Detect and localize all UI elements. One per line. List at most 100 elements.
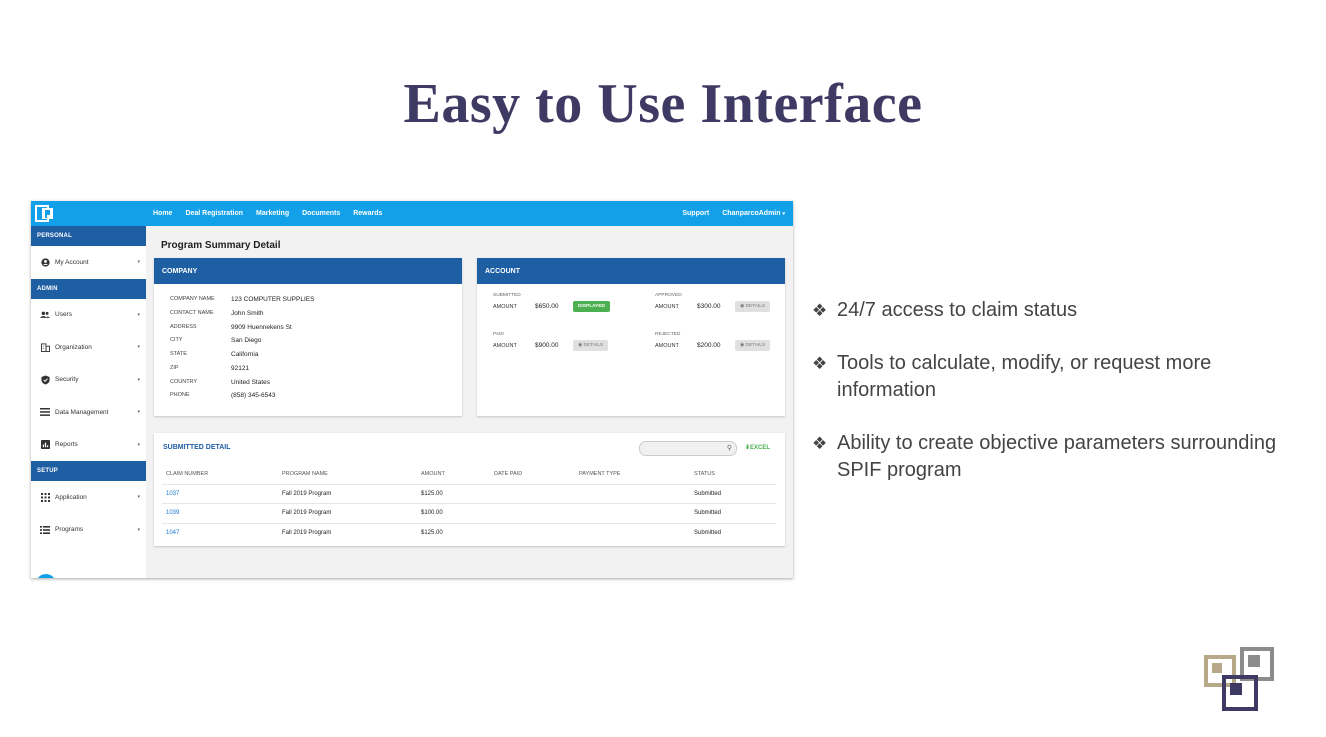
amount: $125.00: [421, 529, 443, 536]
amount-label: AMOUNT: [655, 303, 679, 310]
details-label: DETAILS: [583, 343, 604, 348]
details-label: DETAILS: [745, 343, 766, 348]
table-row[interactable]: 1047 Fall 2019 Program $125.00 Submitted: [162, 524, 776, 543]
claim-number-link[interactable]: 1037: [166, 491, 179, 497]
company-field-row: ZIP 92121: [170, 365, 249, 372]
column-header[interactable]: DATE PAID: [494, 471, 522, 477]
amount-label: AMOUNT: [493, 342, 517, 349]
field-value: California: [231, 351, 259, 358]
list-icon: [40, 407, 50, 417]
bullet-item: ❖ 24/7 access to claim status: [812, 297, 1292, 324]
nav-rewards[interactable]: Rewards: [353, 210, 382, 217]
table-row[interactable]: 1037 Fall 2019 Program $125.00 Submitted: [162, 485, 776, 504]
bullet-text: Tools to calculate, modify, or request m…: [837, 352, 1212, 401]
field-value: United States: [231, 379, 271, 386]
column-header[interactable]: PROGRAM NAME: [282, 471, 328, 477]
main-content: Program Summary Detail COMPANY COMPANY N…: [146, 226, 793, 578]
sidebar-item-reports[interactable]: Reports ▾: [31, 429, 146, 462]
company-field-row: COMPANY NAME 123 COMPUTER SUPPLIES: [170, 296, 314, 303]
displayed-button[interactable]: DISPLAYED: [573, 301, 611, 312]
sidebar-item-data-management[interactable]: Data Management ▾: [31, 396, 146, 429]
sidebar-item-security[interactable]: Security ▾: [31, 364, 146, 397]
details-label: DETAILS: [745, 304, 766, 309]
sidebar-item-label: Data Management: [55, 408, 109, 416]
excel-label: EXCEL: [750, 445, 771, 451]
account-card: ACCOUNT SUBMITTED AMOUNT $650.00 DISPLAY…: [477, 258, 785, 416]
amount: $100.00: [421, 510, 443, 517]
table-row[interactable]: 1039 Fall 2019 Program $100.00 Submitted: [162, 504, 776, 524]
building-icon: [40, 342, 50, 352]
search-input[interactable]: ⚲: [639, 441, 737, 456]
users-icon: [40, 310, 50, 320]
field-label: CITY: [170, 337, 183, 343]
sidebar-item-users[interactable]: Users ▾: [31, 299, 146, 332]
claim-number-link[interactable]: 1047: [166, 530, 179, 536]
company-logo-icon: [1204, 647, 1274, 711]
field-label: STATE: [170, 351, 187, 357]
bullet-text: 24/7 access to claim status: [837, 299, 1078, 321]
feature-bullet-list: ❖ 24/7 access to claim status ❖ Tools to c…: [812, 297, 1292, 510]
nav-home[interactable]: Home: [153, 210, 172, 217]
submitted-detail-card: SUBMITTED DETAIL ⚲ ⬇EXCEL CLAIM NUMBER P…: [154, 433, 785, 546]
sidebar-collapse-button[interactable]: ‹: [36, 574, 56, 578]
details-button[interactable]: ◉ DETAILS: [735, 301, 771, 312]
user-name: ChanparcoAdmin: [722, 210, 781, 217]
sidebar-item-label: Programs: [55, 526, 84, 534]
details-button[interactable]: ◉ DETAILS: [735, 340, 771, 351]
approved-row: AMOUNT $300.00 ◉ DETAILS: [655, 301, 771, 312]
status: Submitted: [694, 510, 722, 517]
sidebar-item-my-account[interactable]: My Account ▾: [31, 246, 146, 279]
chevron-down-icon: ▾: [137, 311, 140, 318]
sidebar-header-setup: SETUP: [31, 461, 146, 481]
user-menu[interactable]: ChanparcoAdmin ▾: [722, 210, 785, 217]
company-field-row: ADDRESS 9909 Huennekens St: [170, 324, 292, 331]
company-card: COMPANY COMPANY NAME 123 COMPUTER SUPPLIE…: [154, 258, 462, 416]
column-header[interactable]: AMOUNT: [421, 471, 445, 477]
sidebar-item-label: Organization: [55, 343, 92, 351]
table-header-row: CLAIM NUMBER PROGRAM NAME AMOUNT DATE PA…: [162, 465, 776, 485]
approved-amount: $300.00: [697, 303, 721, 310]
diamond-bullet-icon: ❖: [812, 301, 828, 320]
sidebar-item-organization[interactable]: Organization ▾: [31, 331, 146, 364]
excel-export-button[interactable]: ⬇EXCEL: [745, 444, 770, 451]
submitted-row: AMOUNT $650.00 DISPLAYED: [493, 301, 611, 312]
sidebar-item-programs[interactable]: Programs ▾: [31, 514, 146, 547]
sidebar-item-label: Application: [55, 493, 87, 501]
field-label: CONTACT NAME: [170, 310, 214, 316]
nav-support[interactable]: Support: [682, 210, 709, 217]
app-logo-icon[interactable]: [35, 205, 55, 222]
company-field-row: PHONE (858) 345-6543: [170, 392, 275, 399]
field-value: John Smith: [231, 310, 264, 317]
field-label: PHONE: [170, 392, 190, 398]
column-header[interactable]: CLAIM NUMBER: [166, 471, 208, 477]
field-value: San Diego: [231, 337, 262, 344]
field-value: 123 COMPUTER SUPPLIES: [231, 296, 315, 303]
details-button[interactable]: ◉ DETAILS: [573, 340, 609, 351]
nav-documents[interactable]: Documents: [302, 210, 340, 217]
search-icon: ⚲: [726, 445, 732, 452]
account-circle-icon: [40, 257, 50, 267]
sidebar-item-label: Security: [55, 376, 79, 384]
bullet-text: Ability to create objective parameters s…: [837, 432, 1277, 481]
chevron-down-icon: ▾: [137, 259, 140, 266]
column-header[interactable]: STATUS: [694, 471, 715, 477]
field-label: COMPANY NAME: [170, 296, 215, 302]
claim-number-link[interactable]: 1039: [166, 510, 179, 516]
status: Submitted: [694, 529, 722, 536]
field-value: (858) 345-6543: [231, 392, 276, 399]
sidebar-header-personal: PERSONAL: [31, 226, 146, 246]
field-label: ADDRESS: [170, 324, 197, 330]
page-title: Program Summary Detail: [161, 240, 281, 251]
paid-label: PAID: [493, 332, 504, 337]
approved-label: APPROVED: [655, 293, 682, 298]
bullet-item: ❖ Ability to create objective parameters …: [812, 430, 1292, 484]
nav-deal-registration[interactable]: Deal Registration: [185, 210, 243, 217]
column-header[interactable]: PAYMENT TYPE: [579, 471, 620, 477]
sidebar-item-label: Users: [55, 311, 72, 319]
bullet-item: ❖ Tools to calculate, modify, or request …: [812, 350, 1292, 404]
nav-marketing[interactable]: Marketing: [256, 210, 289, 217]
sidebar-item-application[interactable]: Application ▾: [31, 481, 146, 514]
chevron-down-icon: ▾: [137, 376, 140, 383]
sidebar-item-label: Reports: [55, 441, 78, 449]
paid-amount: $900.00: [535, 342, 559, 349]
